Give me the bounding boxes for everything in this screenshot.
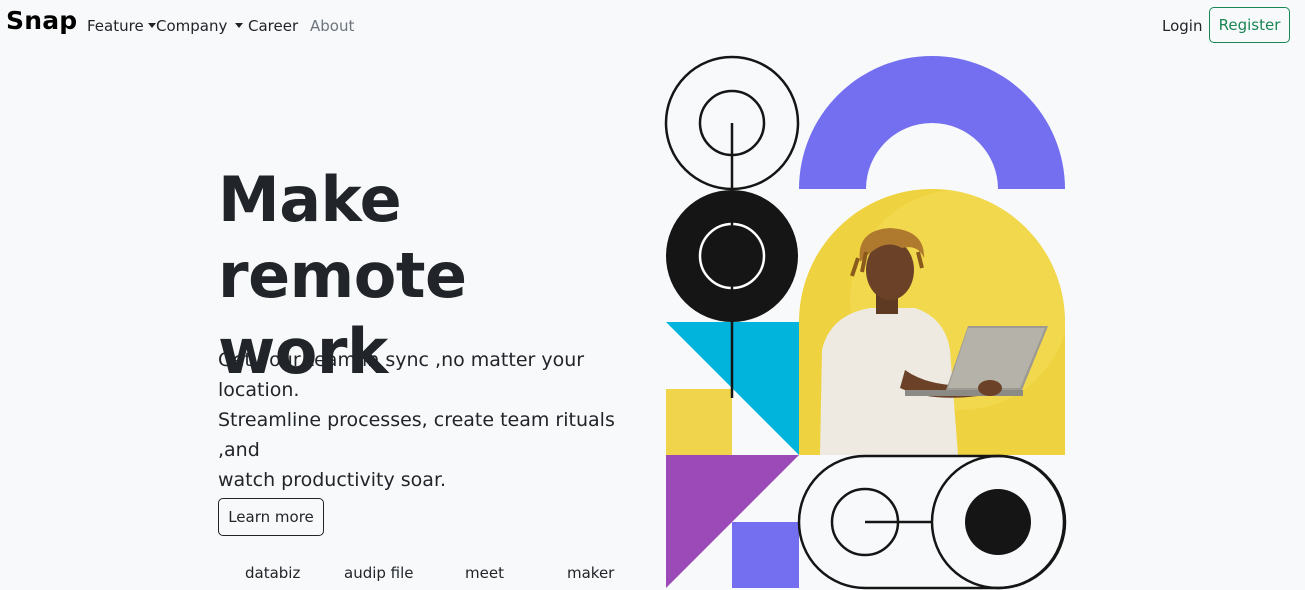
purple-square-shape (732, 522, 799, 588)
pill-shape (797, 454, 1067, 590)
hero-illustration (664, 55, 1067, 590)
yellow-square-shape (666, 389, 732, 455)
page: Snap Feature Company Career About Login … (0, 0, 1305, 590)
purple-arch-shape (799, 56, 1065, 189)
person-with-laptop-image (799, 189, 1065, 455)
